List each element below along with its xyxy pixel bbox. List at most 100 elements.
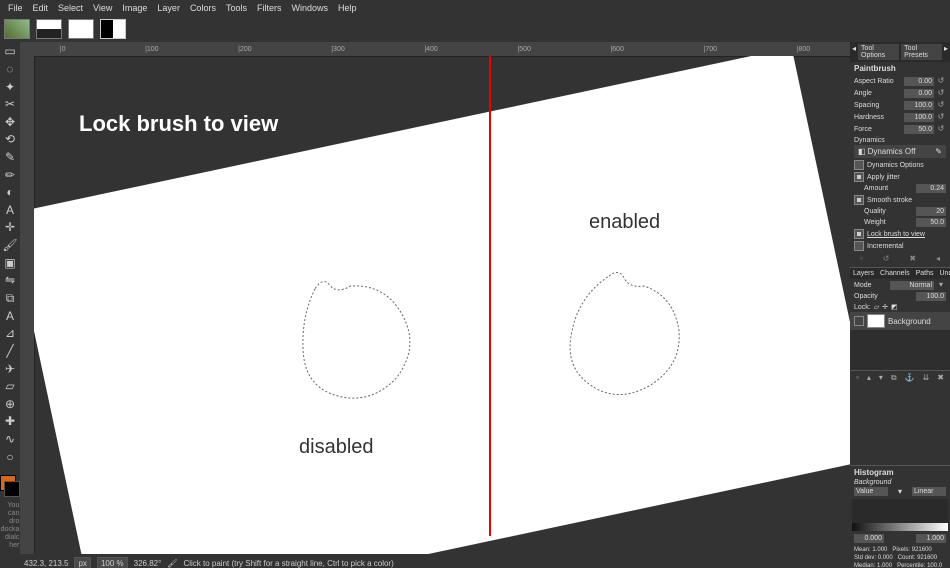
lock-pixels-icon[interactable]: ▱ bbox=[874, 303, 879, 311]
dynamics-dropdown[interactable]: Dynamics Off bbox=[868, 147, 916, 156]
angle-input[interactable]: 0.00 bbox=[904, 89, 934, 98]
smooth-weight-input[interactable]: 50.0 bbox=[916, 218, 946, 227]
pencil-icon[interactable]: ✏ bbox=[2, 167, 18, 182]
paintbrush-icon[interactable]: 🖌 bbox=[2, 238, 18, 253]
mode-dropdown[interactable]: Normal bbox=[890, 281, 934, 290]
aspect-ratio-input[interactable]: 0.00 bbox=[904, 77, 934, 86]
menu-tools[interactable]: Tools bbox=[222, 1, 251, 15]
smooth-quality-input[interactable]: 20 bbox=[916, 207, 946, 216]
duplicate-layer-icon[interactable]: ⧉ bbox=[891, 373, 897, 383]
merge-down-icon[interactable]: ⇊ bbox=[923, 373, 930, 383]
chevron-down-icon[interactable]: ▾ bbox=[936, 280, 946, 290]
incremental-checkbox[interactable] bbox=[854, 241, 864, 251]
raise-layer-icon[interactable]: ▴ bbox=[867, 373, 871, 383]
layer-row[interactable]: Background bbox=[850, 312, 950, 330]
smooth-stroke-checkbox[interactable] bbox=[854, 195, 864, 205]
blur-icon[interactable]: ○ bbox=[2, 449, 18, 464]
text-icon[interactable]: A bbox=[2, 202, 18, 217]
opt-label: Hardness bbox=[854, 114, 902, 121]
chevron-left-icon[interactable]: ◂ bbox=[852, 44, 856, 60]
heal-icon[interactable]: ✚ bbox=[2, 414, 18, 429]
delete-preset-icon[interactable]: ✖ bbox=[909, 254, 916, 263]
jitter-amount-input[interactable]: 0.24 bbox=[916, 184, 946, 193]
tab-paths[interactable]: Paths bbox=[913, 268, 937, 279]
zoom-dropdown[interactable]: 100 % bbox=[97, 557, 128, 568]
tab-channels[interactable]: Channels bbox=[877, 268, 913, 279]
bucket-icon[interactable]: ▣ bbox=[2, 255, 18, 270]
dynamics-icon[interactable]: ◧ bbox=[858, 147, 866, 156]
lower-layer-icon[interactable]: ▾ bbox=[879, 373, 883, 383]
menu-view[interactable]: View bbox=[89, 1, 116, 15]
measure-icon[interactable]: ⊿ bbox=[2, 326, 18, 341]
perspective-icon[interactable]: ⧉ bbox=[2, 291, 18, 306]
force-input[interactable]: 50.0 bbox=[904, 125, 934, 134]
reset-icon[interactable]: ↺ bbox=[936, 100, 946, 110]
range-low[interactable]: 0.000 bbox=[854, 534, 884, 543]
doc-thumb-2[interactable] bbox=[36, 19, 62, 39]
menu-file[interactable]: File bbox=[4, 1, 27, 15]
hardness-input[interactable]: 100.0 bbox=[904, 113, 934, 122]
lock-brush-to-view-checkbox[interactable] bbox=[854, 229, 864, 239]
menu-edit[interactable]: Edit bbox=[29, 1, 53, 15]
reset-icon[interactable]: ↺ bbox=[936, 88, 946, 98]
smudge-icon[interactable]: ∿ bbox=[2, 432, 18, 447]
restore-preset-icon[interactable]: ↺ bbox=[883, 254, 890, 263]
move-icon[interactable]: ✥ bbox=[2, 114, 18, 129]
range-high[interactable]: 1.000 bbox=[916, 534, 946, 543]
anchor-layer-icon[interactable]: ⚓ bbox=[905, 373, 915, 383]
tab-layers[interactable]: Layers bbox=[850, 268, 877, 279]
rotate-icon[interactable]: ⟲ bbox=[2, 132, 18, 147]
brush-icon[interactable]: ╱ bbox=[2, 344, 18, 359]
spacing-input[interactable]: 100.0 bbox=[904, 101, 934, 110]
new-layer-icon[interactable]: ▫ bbox=[856, 373, 859, 383]
tab-tool-options[interactable]: Tool Options bbox=[858, 44, 899, 60]
pen-icon[interactable]: ✎ bbox=[2, 150, 18, 165]
rect-select-icon[interactable]: ▭ bbox=[2, 44, 18, 59]
layer-name[interactable]: Background bbox=[888, 317, 931, 326]
align-icon[interactable]: ✛ bbox=[2, 220, 18, 235]
menu-image[interactable]: Image bbox=[118, 1, 151, 15]
free-select-icon[interactable]: ◌ bbox=[2, 62, 18, 77]
stroke-disabled bbox=[273, 253, 439, 419]
tab-tool-presets[interactable]: Tool Presets bbox=[901, 44, 942, 60]
doc-thumb-3[interactable] bbox=[68, 19, 94, 39]
lock-position-icon[interactable]: ✛ bbox=[882, 303, 888, 311]
airbrush-icon[interactable]: ✈ bbox=[2, 361, 18, 376]
menu-filters[interactable]: Filters bbox=[253, 1, 286, 15]
doc-thumb-1[interactable] bbox=[4, 19, 30, 39]
text2-icon[interactable]: A bbox=[2, 309, 18, 324]
chevron-down-icon[interactable]: ▾ bbox=[898, 487, 902, 496]
reset-preset-icon[interactable]: ◂ bbox=[936, 254, 940, 263]
wand-icon[interactable]: ✦ bbox=[2, 79, 18, 94]
unit-dropdown[interactable]: px bbox=[74, 557, 90, 568]
doc-thumb-4[interactable] bbox=[100, 19, 126, 39]
reset-icon[interactable]: ↺ bbox=[936, 124, 946, 134]
save-preset-icon[interactable]: ▫ bbox=[860, 254, 863, 263]
eraser-icon[interactable]: ▱ bbox=[2, 379, 18, 394]
delete-layer-icon[interactable]: ✖ bbox=[937, 373, 944, 383]
expand-dynamics-options[interactable] bbox=[854, 160, 864, 170]
edit-icon[interactable]: ✎ bbox=[935, 147, 942, 156]
crop-icon[interactable]: ✂ bbox=[2, 97, 18, 112]
opacity-input[interactable]: 100.0 bbox=[916, 292, 946, 301]
histogram-scale-dropdown[interactable]: Linear bbox=[912, 487, 946, 496]
menu-windows[interactable]: Windows bbox=[287, 1, 332, 15]
menu-select[interactable]: Select bbox=[54, 1, 87, 15]
panel-menu-icon[interactable]: ▸ bbox=[944, 44, 948, 60]
menu-layer[interactable]: Layer bbox=[153, 1, 184, 15]
histogram-channel-dropdown[interactable]: Value bbox=[854, 487, 888, 496]
visibility-toggle[interactable] bbox=[854, 316, 864, 326]
clone-icon[interactable]: ⊕ bbox=[2, 397, 18, 412]
reset-icon[interactable]: ↺ bbox=[936, 76, 946, 86]
tab-undo[interactable]: Undo bbox=[937, 268, 950, 279]
histogram-panel: Histogram Background Value ▾ Linear 0.00… bbox=[850, 465, 950, 568]
eyedropper-icon[interactable]: ◐ bbox=[2, 185, 18, 200]
menu-help[interactable]: Help bbox=[334, 1, 361, 15]
background-color-swatch[interactable] bbox=[4, 481, 20, 497]
lock-alpha-icon[interactable]: ◩ bbox=[891, 303, 898, 311]
apply-jitter-checkbox[interactable] bbox=[854, 172, 864, 182]
reset-icon[interactable]: ↺ bbox=[936, 112, 946, 122]
menu-colors[interactable]: Colors bbox=[186, 1, 220, 15]
viewport[interactable]: Lock brush to view disabled enabled bbox=[34, 56, 850, 554]
flip-icon[interactable]: ⇋ bbox=[2, 273, 18, 288]
